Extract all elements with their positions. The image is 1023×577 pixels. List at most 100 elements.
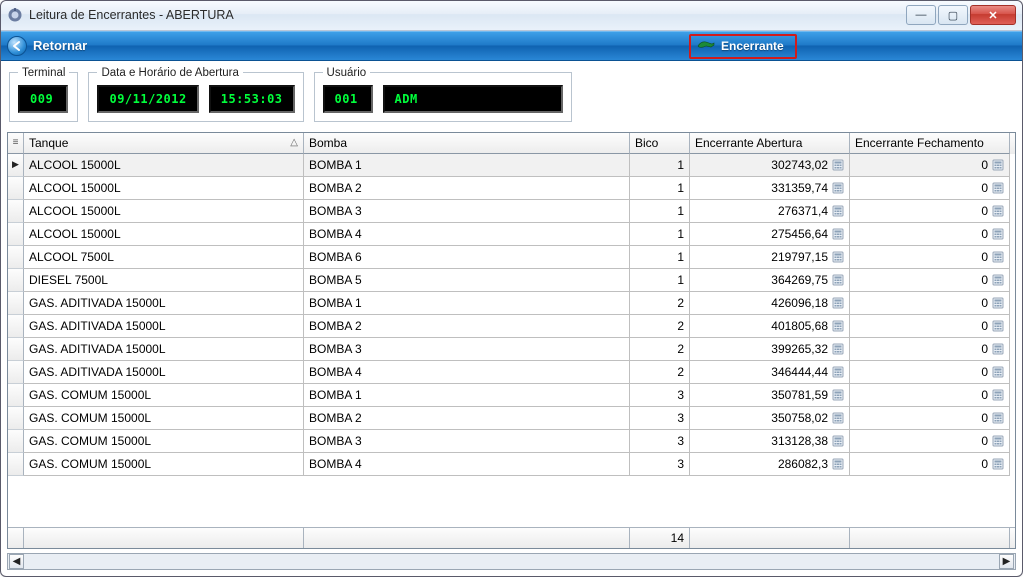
cell-fechamento[interactable]: 0 — [850, 430, 1010, 453]
cell-bomba[interactable]: BOMBA 2 — [304, 315, 630, 338]
cell-bomba[interactable]: BOMBA 4 — [304, 453, 630, 476]
calculator-icon[interactable] — [832, 412, 844, 424]
table-row[interactable]: ALCOOL 15000LBOMBA 41275456,640 — [8, 223, 1015, 246]
cell-abertura[interactable]: 399265,32 — [690, 338, 850, 361]
table-row[interactable]: GAS. COMUM 15000LBOMBA 23350758,020 — [8, 407, 1015, 430]
table-row[interactable]: GAS. COMUM 15000LBOMBA 13350781,590 — [8, 384, 1015, 407]
table-row[interactable]: GAS. ADITIVADA 15000LBOMBA 32399265,320 — [8, 338, 1015, 361]
cell-abertura[interactable]: 219797,15 — [690, 246, 850, 269]
cell-tanque[interactable]: GAS. ADITIVADA 15000L — [24, 292, 304, 315]
col-tanque[interactable]: Tanque △ — [24, 133, 304, 154]
cell-bico[interactable]: 2 — [630, 361, 690, 384]
cell-bomba[interactable]: BOMBA 6 — [304, 246, 630, 269]
row-handle[interactable] — [8, 338, 24, 361]
calculator-icon[interactable] — [832, 458, 844, 470]
calculator-icon[interactable] — [992, 159, 1004, 171]
titlebar[interactable]: Leitura de Encerrantes - ABERTURA — ▢ ✕ — [1, 1, 1022, 31]
cell-tanque[interactable]: ALCOOL 15000L — [24, 177, 304, 200]
row-selector-header[interactable]: ≡ — [8, 133, 24, 154]
cell-bico[interactable]: 3 — [630, 453, 690, 476]
cell-bomba[interactable]: BOMBA 1 — [304, 292, 630, 315]
cell-bico[interactable]: 1 — [630, 269, 690, 292]
calculator-icon[interactable] — [992, 182, 1004, 194]
calculator-icon[interactable] — [832, 205, 844, 217]
row-handle[interactable] — [8, 453, 24, 476]
scroll-right-arrow-icon[interactable]: ▶ — [999, 554, 1014, 569]
cell-bico[interactable]: 2 — [630, 315, 690, 338]
row-handle[interactable] — [8, 223, 24, 246]
calculator-icon[interactable] — [832, 297, 844, 309]
cell-bico[interactable]: 1 — [630, 223, 690, 246]
row-handle[interactable] — [8, 177, 24, 200]
cell-bico[interactable]: 1 — [630, 154, 690, 177]
cell-fechamento[interactable]: 0 — [850, 223, 1010, 246]
table-row[interactable]: ALCOOL 15000LBOMBA 31276371,40 — [8, 200, 1015, 223]
cell-abertura[interactable]: 401805,68 — [690, 315, 850, 338]
cell-bomba[interactable]: BOMBA 4 — [304, 223, 630, 246]
cell-bico[interactable]: 3 — [630, 384, 690, 407]
cell-abertura[interactable]: 313128,38 — [690, 430, 850, 453]
minimize-button[interactable]: — — [906, 5, 936, 25]
calculator-icon[interactable] — [832, 435, 844, 447]
cell-fechamento[interactable]: 0 — [850, 154, 1010, 177]
cell-fechamento[interactable]: 0 — [850, 338, 1010, 361]
cell-bico[interactable]: 1 — [630, 246, 690, 269]
cell-fechamento[interactable]: 0 — [850, 384, 1010, 407]
cell-tanque[interactable]: ALCOOL 15000L — [24, 223, 304, 246]
col-bico[interactable]: Bico — [630, 133, 690, 154]
cell-bomba[interactable]: BOMBA 4 — [304, 361, 630, 384]
row-handle[interactable] — [8, 361, 24, 384]
cell-bomba[interactable]: BOMBA 2 — [304, 177, 630, 200]
cell-tanque[interactable]: GAS. COMUM 15000L — [24, 384, 304, 407]
calculator-icon[interactable] — [992, 274, 1004, 286]
cell-bomba[interactable]: BOMBA 3 — [304, 430, 630, 453]
cell-fechamento[interactable]: 0 — [850, 407, 1010, 430]
cell-bico[interactable]: 1 — [630, 200, 690, 223]
cell-abertura[interactable]: 286082,3 — [690, 453, 850, 476]
cell-fechamento[interactable]: 0 — [850, 200, 1010, 223]
cell-abertura[interactable]: 426096,18 — [690, 292, 850, 315]
cell-fechamento[interactable]: 0 — [850, 177, 1010, 200]
table-row[interactable]: GAS. COMUM 15000LBOMBA 43286082,30 — [8, 453, 1015, 476]
calculator-icon[interactable] — [832, 251, 844, 263]
calculator-icon[interactable] — [992, 435, 1004, 447]
calculator-icon[interactable] — [832, 228, 844, 240]
calculator-icon[interactable] — [832, 389, 844, 401]
cell-tanque[interactable]: ALCOOL 15000L — [24, 200, 304, 223]
cell-tanque[interactable]: ALCOOL 7500L — [24, 246, 304, 269]
row-handle[interactable] — [8, 269, 24, 292]
row-handle[interactable] — [8, 430, 24, 453]
close-button[interactable]: ✕ — [970, 5, 1016, 25]
cell-tanque[interactable]: GAS. COMUM 15000L — [24, 430, 304, 453]
calculator-icon[interactable] — [832, 182, 844, 194]
calculator-icon[interactable] — [992, 343, 1004, 355]
cell-abertura[interactable]: 276371,4 — [690, 200, 850, 223]
col-abertura[interactable]: Encerrante Abertura — [690, 133, 850, 154]
cell-abertura[interactable]: 302743,02 — [690, 154, 850, 177]
cell-bico[interactable]: 2 — [630, 292, 690, 315]
row-handle[interactable] — [8, 154, 24, 177]
encerrante-button[interactable]: Encerrante — [689, 34, 797, 59]
calculator-icon[interactable] — [832, 274, 844, 286]
cell-bico[interactable]: 3 — [630, 430, 690, 453]
cell-fechamento[interactable]: 0 — [850, 269, 1010, 292]
row-handle[interactable] — [8, 384, 24, 407]
cell-bomba[interactable]: BOMBA 5 — [304, 269, 630, 292]
row-handle[interactable] — [8, 246, 24, 269]
calculator-icon[interactable] — [832, 159, 844, 171]
horizontal-scrollbar[interactable]: ◀ ▶ — [7, 553, 1016, 570]
cell-abertura[interactable]: 350758,02 — [690, 407, 850, 430]
cell-tanque[interactable]: DIESEL 7500L — [24, 269, 304, 292]
cell-abertura[interactable]: 275456,64 — [690, 223, 850, 246]
cell-abertura[interactable]: 350781,59 — [690, 384, 850, 407]
cell-bico[interactable]: 1 — [630, 177, 690, 200]
cell-bico[interactable]: 3 — [630, 407, 690, 430]
cell-fechamento[interactable]: 0 — [850, 361, 1010, 384]
cell-tanque[interactable]: GAS. COMUM 15000L — [24, 407, 304, 430]
cell-bomba[interactable]: BOMBA 1 — [304, 154, 630, 177]
calculator-icon[interactable] — [832, 343, 844, 355]
calculator-icon[interactable] — [992, 228, 1004, 240]
calculator-icon[interactable] — [832, 366, 844, 378]
cell-abertura[interactable]: 364269,75 — [690, 269, 850, 292]
table-row[interactable]: GAS. ADITIVADA 15000LBOMBA 42346444,440 — [8, 361, 1015, 384]
